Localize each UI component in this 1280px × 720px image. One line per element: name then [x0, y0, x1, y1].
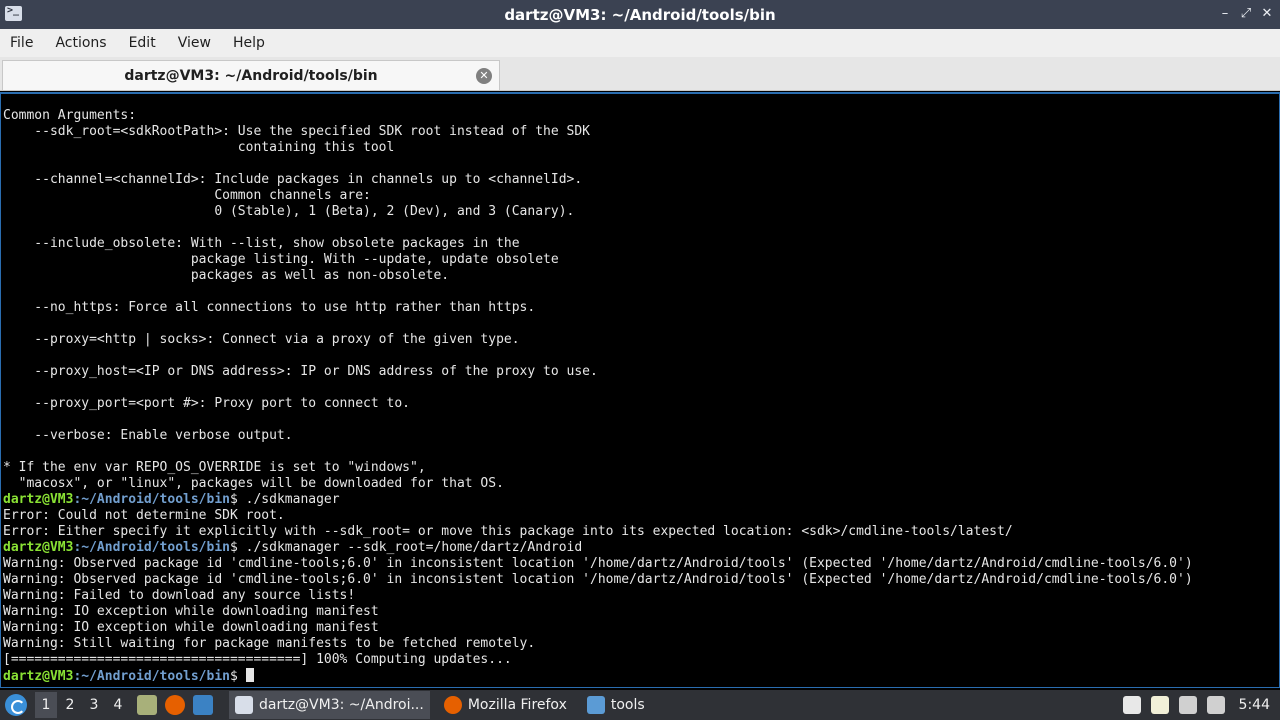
prompt-path: :~/Android/tools/bin — [73, 669, 230, 684]
terminal-line: --proxy=<http | socks>: Connect via a pr… — [3, 332, 520, 347]
terminal-line: --include_obsolete: With --list, show ob… — [3, 236, 520, 251]
clipboard-icon[interactable] — [1150, 696, 1169, 714]
workspace-1[interactable]: 1 — [35, 692, 57, 718]
menu-help[interactable]: Help — [233, 35, 265, 51]
terminal-line: Common Arguments: — [3, 108, 137, 123]
menu-actions[interactable]: Actions — [55, 35, 106, 51]
terminal-line: --sdk_root=<sdkRootPath>: Use the specif… — [3, 124, 590, 139]
taskbar-task-label: Mozilla Firefox — [467, 697, 567, 713]
network-icon[interactable] — [1206, 696, 1225, 714]
maximize-icon[interactable]: ⤢ — [1237, 5, 1255, 23]
terminal-line: --channel=<channelId>: Include packages … — [3, 172, 583, 187]
workspace-2[interactable]: 2 — [59, 692, 81, 718]
volume-icon[interactable] — [1122, 696, 1141, 714]
terminal-line: Error: Either specify it explicitly with… — [3, 524, 1013, 539]
terminal-prompt-line: dartz@VM3:~/Android/tools/bin$ ./sdkmana… — [3, 540, 1279, 556]
terminal-prompt-line: dartz@VM3:~/Android/tools/bin$ — [3, 668, 1279, 684]
terminal-prompt-line: dartz@VM3:~/Android/tools/bin$ ./sdkmana… — [3, 492, 1279, 508]
minimize-icon[interactable]: – — [1216, 5, 1234, 23]
quick-launch — [129, 695, 213, 715]
taskbar: 1234 dartz@VM3: ~/Androi... Mozilla Firef… — [0, 690, 1280, 720]
terminal-app-icon[interactable] — [5, 5, 22, 21]
display-icon[interactable] — [1178, 696, 1197, 714]
tab-title: dartz@VM3: ~/Android/tools/bin — [124, 67, 378, 84]
terminal-line: --no_https: Force all connections to use… — [3, 300, 536, 315]
taskbar-task-folder[interactable]: tools — [581, 691, 651, 719]
terminal-line: containing this tool — [3, 140, 395, 155]
folder-icon — [586, 696, 605, 714]
terminal-line: --verbose: Enable verbose output. — [3, 428, 293, 443]
menu-view[interactable]: View — [178, 35, 211, 51]
terminal-line: 0 (Stable), 1 (Beta), 2 (Dev), and 3 (Ca… — [3, 204, 575, 219]
menu-edit[interactable]: Edit — [129, 35, 156, 51]
menu-bar: File Actions Edit View Help — [0, 29, 1280, 57]
prompt-symbol: $ — [230, 492, 238, 507]
prompt-path: :~/Android/tools/bin — [73, 540, 230, 555]
taskbar-task-label: dartz@VM3: ~/Androi... — [259, 697, 424, 713]
terminal-line: Common channels are: — [3, 188, 371, 203]
taskbar-task-label: tools — [610, 697, 645, 713]
firefox-icon[interactable] — [165, 695, 185, 715]
workspace-4[interactable]: 4 — [107, 692, 129, 718]
taskbar-task-terminal[interactable]: dartz@VM3: ~/Androi... — [229, 691, 430, 719]
files-icon[interactable] — [137, 695, 157, 715]
window-title: dartz@VM3: ~/Android/tools/bin — [504, 5, 776, 24]
prompt-user-host: dartz@VM3 — [3, 669, 74, 684]
terminal-line: Error: Could not determine SDK root. — [3, 508, 285, 523]
terminal-cursor — [245, 668, 254, 682]
command-text: ./sdkmanager --sdk_root=/home/dartz/Andr… — [237, 540, 583, 555]
taskbar-task-firefox[interactable]: Mozilla Firefox — [438, 691, 573, 719]
terminal-line: "macosx", or "linux", packages will be d… — [3, 476, 504, 491]
clock[interactable]: 5:44 — [1239, 697, 1270, 713]
tab-close-icon[interactable]: ✕ — [476, 68, 492, 84]
tab-bar: dartz@VM3: ~/Android/tools/bin ✕ — [0, 57, 1280, 91]
terminal-line: package listing. With --update, update o… — [3, 252, 559, 267]
terminal-icon — [235, 696, 253, 714]
terminal-line: packages as well as non-obsolete. — [3, 268, 450, 283]
terminal-line: [=====================================] … — [3, 652, 512, 667]
command-text — [238, 669, 246, 684]
terminal-output[interactable]: Common Arguments: --sdk_root=<sdkRootPat… — [0, 92, 1280, 688]
terminal-line: Warning: Failed to download any source l… — [3, 588, 356, 603]
prompt-user-host: dartz@VM3 — [3, 492, 74, 507]
terminal-line: Warning: Observed package id 'cmdline-to… — [3, 556, 1193, 571]
close-icon[interactable]: ✕ — [1258, 5, 1276, 23]
terminal-line: --proxy_port=<port #>: Proxy port to con… — [3, 396, 410, 411]
system-tray — [1122, 696, 1235, 714]
terminal-line: Warning: IO exception while downloading … — [3, 620, 379, 635]
terminal-line: --proxy_host=<IP or DNS address>: IP or … — [3, 364, 598, 379]
terminal-line: Warning: Still waiting for package manif… — [3, 636, 536, 651]
window-titlebar[interactable]: dartz@VM3: ~/Android/tools/bin – ⤢ ✕ — [0, 0, 1280, 29]
terminal-line: * If the env var REPO_OS_OVERRIDE is set… — [3, 460, 426, 475]
workspace-switcher: 1234 — [33, 692, 129, 718]
command-text: ./sdkmanager — [237, 492, 340, 507]
menu-file[interactable]: File — [10, 35, 33, 51]
prompt-symbol: $ — [230, 669, 238, 684]
workspace-3[interactable]: 3 — [83, 692, 105, 718]
prompt-symbol: $ — [230, 540, 238, 555]
prompt-user-host: dartz@VM3 — [3, 540, 74, 555]
start-menu-icon[interactable] — [5, 694, 27, 716]
prompt-path: :~/Android/tools/bin — [73, 492, 230, 507]
terminal-line: Warning: IO exception while downloading … — [3, 604, 379, 619]
task-list: dartz@VM3: ~/Androi... Mozilla Firefox too… — [221, 691, 651, 719]
tab-terminal[interactable]: dartz@VM3: ~/Android/tools/bin ✕ — [2, 60, 500, 90]
terminal-line: Warning: Observed package id 'cmdline-to… — [3, 572, 1193, 587]
firefox-icon — [443, 696, 462, 714]
desktop-icon[interactable] — [193, 695, 213, 715]
